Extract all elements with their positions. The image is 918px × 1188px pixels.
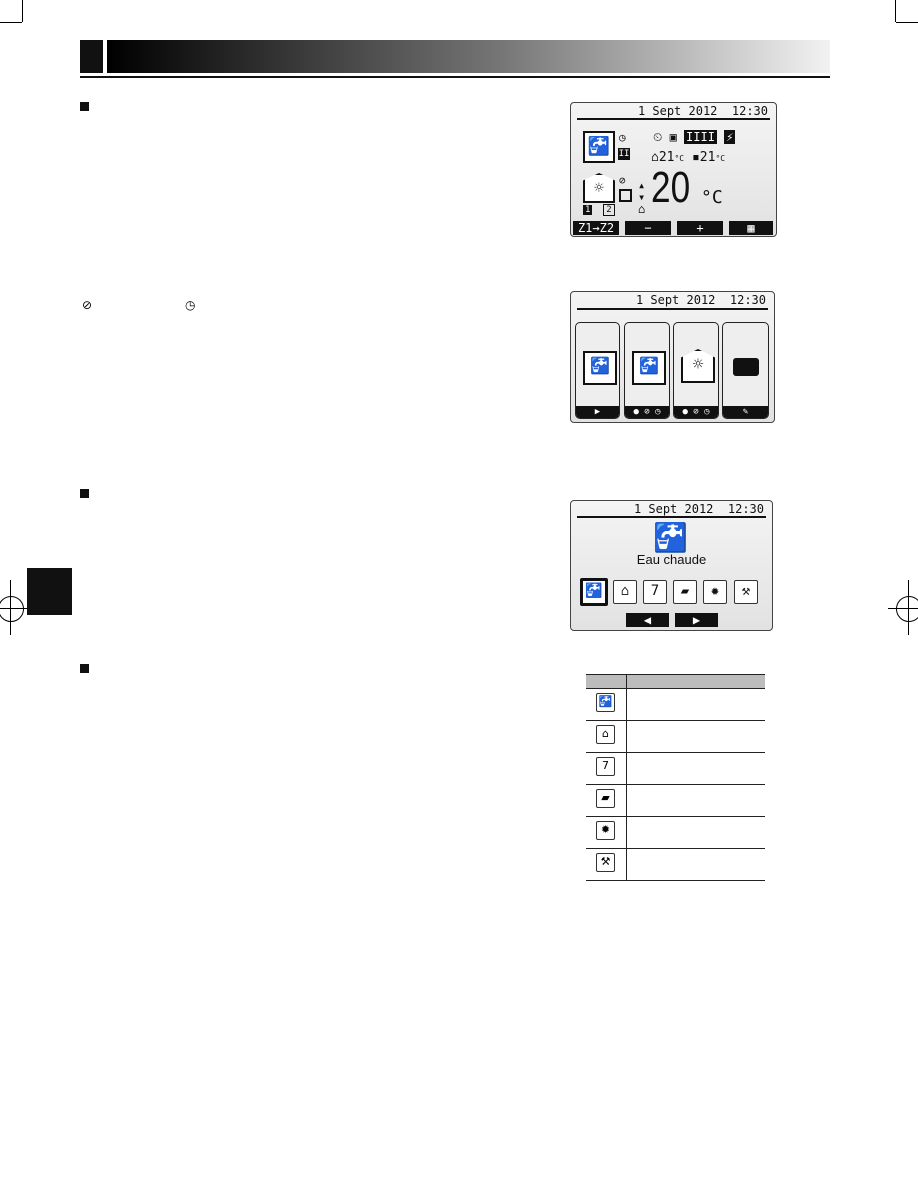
table-header: [586, 674, 765, 689]
minus-button[interactable]: −: [625, 221, 671, 235]
suitcase-icon: ▰: [596, 789, 615, 808]
temp-unit: °C: [701, 187, 723, 208]
table-row: ⌂: [586, 721, 765, 753]
edit-icon[interactable]: ✎: [723, 406, 768, 418]
crop-mark: [10, 580, 11, 635]
crop-mark: [22, 0, 23, 22]
gear-icon: ✹: [596, 821, 615, 840]
crop-mark: [896, 22, 918, 23]
date: 1 Sept 2012: [635, 293, 716, 307]
play-prohibit-clock-icons[interactable]: ● ⊘ ◷: [625, 406, 669, 418]
modes-screen: 1 Sept 2012 12:30 🚰 ▶ 🚰 ● ⊘ ◷ ☼ ● ⊘ ◷ ✎: [570, 291, 775, 423]
time: 12:30: [731, 104, 768, 118]
tile-holiday[interactable]: ✎: [722, 322, 769, 419]
tap-thermometer-icon: 🚰: [583, 351, 617, 385]
crop-mark: [908, 580, 909, 635]
main-screen: 1 Sept 2012 12:30 🚰 ◷ II ⏲ ▣ IIII ⚡ ⌂21°…: [570, 102, 777, 237]
menu-hot-water-icon[interactable]: 🚰: [580, 578, 608, 606]
previous-button[interactable]: ◀: [626, 613, 669, 627]
tank-temp: 21: [699, 150, 716, 165]
house-icon: ⌂: [596, 725, 615, 744]
table-row: ▰: [586, 785, 765, 817]
tools-icon: ⚒: [596, 853, 615, 872]
play-prohibit-clock-icons[interactable]: ● ⊘ ◷: [674, 406, 718, 418]
menu-gear-icon[interactable]: ✹: [703, 580, 727, 604]
time: 12:30: [727, 502, 764, 516]
crop-mark: [0, 608, 30, 609]
header-rule: [80, 76, 830, 78]
date: 1 Sept 2012: [633, 502, 714, 516]
bullet: [80, 489, 89, 498]
section-number-box: [80, 40, 103, 73]
menu-button[interactable]: ▦: [729, 221, 773, 235]
bullet: [80, 664, 89, 673]
prohibit-icon: ⊘: [619, 174, 626, 187]
menu-suitcase-icon[interactable]: ▰: [673, 580, 697, 604]
prohibit-icon: ⊘: [82, 298, 93, 312]
crop-mark: [895, 0, 896, 22]
manual-page: ⊘ ◷ 1 Sept 2012 12:30 🚰 ◷ II ⏲ ▣ IIII ⚡ …: [0, 0, 918, 1188]
timer-icon: ◷: [619, 131, 626, 144]
bullet: [80, 102, 89, 111]
crop-mark: [888, 608, 918, 609]
table-row: 🚰: [586, 689, 765, 721]
crop-mark: [0, 22, 22, 23]
suitcase-icon: [733, 358, 759, 376]
registration-mark: [0, 596, 24, 622]
play-icon[interactable]: ▶: [576, 406, 619, 418]
time: 12:30: [729, 293, 766, 307]
registration-mark: [896, 596, 918, 622]
tile-heating[interactable]: ☼ ● ⊘ ◷: [673, 322, 719, 419]
table-row: ⚒: [586, 849, 765, 881]
hot-water-tap-icon[interactable]: 🚰: [583, 131, 615, 163]
menu-calendar-clock-icon[interactable]: 7: [643, 580, 667, 604]
date: 1 Sept 2012: [637, 104, 718, 118]
zone-switch-button[interactable]: Z1→Z2: [573, 221, 619, 235]
tile-hot-water-boost[interactable]: 🚰 ▶: [575, 322, 620, 419]
tap-icon: 🚰: [596, 693, 615, 712]
selected-menu-label: Eau chaude: [636, 552, 707, 567]
timer-icon: ◷: [185, 298, 196, 312]
house-sun-clock-icon: ☼: [681, 349, 715, 383]
side-tab: [27, 568, 72, 615]
heating-house-icon[interactable]: ☼: [583, 173, 615, 203]
target-temp: 20: [651, 163, 691, 212]
icon-table: 🚰 ⌂ 7 ▰ ✹ ⚒: [586, 674, 765, 881]
calendar-clock-icon: 7: [596, 757, 615, 776]
tap-prohibited-icon: 🚰: [632, 351, 666, 385]
large-tap-icon: 🚰: [653, 521, 688, 554]
next-button[interactable]: ▶: [675, 613, 718, 627]
tile-hot-water[interactable]: 🚰 ● ⊘ ◷: [624, 322, 670, 419]
table-row: ✹: [586, 817, 765, 849]
stop-icon: [619, 189, 632, 202]
menu-house-icon[interactable]: ⌂: [613, 580, 637, 604]
up-down-arrows-icon: ▴ ▾ ⌂: [638, 178, 646, 216]
pause-icon: II: [618, 148, 630, 160]
menu-tools-icon[interactable]: ⚒: [734, 580, 758, 604]
status-icons: ⏲ ▣ IIII ⚡: [653, 130, 736, 144]
menu-screen: 1 Sept 2012 12:30 🚰 Eau chaude 🚰 ⌂ 7 ▰ ✹…: [570, 500, 773, 631]
plus-button[interactable]: +: [677, 221, 723, 235]
table-row: 7: [586, 753, 765, 785]
zone-indicators: 1 2: [583, 204, 615, 216]
section-header-bar: [107, 40, 830, 73]
